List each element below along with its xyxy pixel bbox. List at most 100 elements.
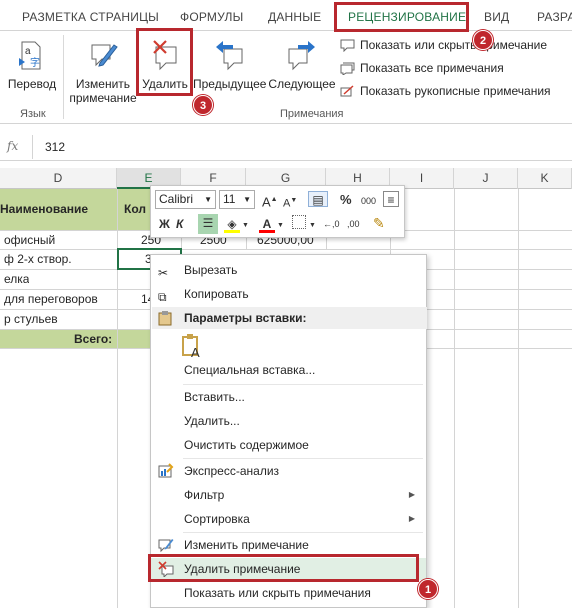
- show-hide-comment-label: Показать или скрыть примечание: [360, 38, 548, 52]
- menu-item-insert[interactable]: Вставить...: [151, 386, 426, 408]
- font-size-select[interactable]: 11 ▼: [219, 190, 255, 209]
- next-comment-button[interactable]: Следующее: [266, 39, 338, 91]
- header-qty: Кол: [124, 202, 146, 216]
- step-badge-1: 1: [418, 579, 438, 599]
- menu-label-filter: Фильтр: [184, 488, 225, 502]
- percent-style-button[interactable]: %: [340, 192, 352, 208]
- cell-name-5[interactable]: р стульев: [4, 309, 58, 329]
- ribbon-tab-bar: РАЗМЕТКА СТРАНИЦЫ ФОРМУЛЫ ДАННЫЕ РЕЦЕНЗИ…: [0, 0, 572, 33]
- svg-text:A: A: [191, 345, 200, 359]
- menu-label-cut: Вырезать: [184, 263, 238, 277]
- formula-input[interactable]: 312: [45, 140, 65, 154]
- paste-options-header: Параметры вставки:: [152, 307, 427, 329]
- edit-comment-icon: [158, 539, 174, 553]
- format-painter-icon[interactable]: ✎: [373, 215, 385, 231]
- align-center-icon[interactable]: ☰: [198, 214, 218, 234]
- formula-bar: fx 312: [0, 133, 572, 161]
- step-badge-3: 3: [193, 95, 213, 115]
- menu-label-show-hide-comments: Показать или скрыть примечания: [184, 586, 371, 600]
- increase-decimal-icon[interactable]: ←,0: [323, 216, 340, 232]
- column-header-k[interactable]: K: [518, 168, 572, 189]
- edit-comment-label-1: Изменить: [75, 77, 131, 91]
- fill-color-icon[interactable]: ◈: [224, 216, 240, 233]
- accounting-format-icon[interactable]: ▤: [308, 191, 328, 207]
- menu-item-clear-contents[interactable]: Очистить содержимое: [151, 434, 426, 456]
- submenu-arrow-icon: ▶: [408, 490, 415, 499]
- italic-button[interactable]: К: [176, 216, 183, 232]
- edit-comment-icon: [91, 44, 118, 67]
- tab-developer[interactable]: РАЗРА: [537, 10, 572, 24]
- previous-comment-icon: [216, 41, 243, 71]
- paste-icon: A: [182, 334, 200, 360]
- chevron-down-icon[interactable]: ▼: [242, 218, 249, 234]
- menu-item-delete[interactable]: Удалить...: [151, 410, 426, 432]
- menu-item-show-hide-comments[interactable]: Показать или скрыть примечания: [151, 582, 426, 604]
- borders-icon[interactable]: [292, 215, 306, 229]
- bold-button[interactable]: Ж: [159, 216, 170, 232]
- column-header-d[interactable]: D: [0, 168, 117, 189]
- tab-page-layout[interactable]: РАЗМЕТКА СТРАНИЦЫ: [22, 10, 159, 24]
- show-ink-label: Показать рукописные примечания: [360, 84, 551, 98]
- menu-item-filter[interactable]: Фильтр ▶: [151, 484, 426, 506]
- cell-total-label: Всего:: [74, 332, 113, 346]
- cell-name-2[interactable]: ф 2-х створ.: [4, 249, 72, 269]
- chevron-down-icon: ▼: [243, 195, 251, 204]
- font-color-icon[interactable]: A: [259, 216, 275, 233]
- show-ink-button[interactable]: Показать рукописные примечания: [340, 84, 551, 98]
- tab-view[interactable]: ВИД: [484, 10, 509, 24]
- edit-comment-label-2: примечание: [69, 91, 137, 105]
- next-label: Следующее: [268, 77, 336, 91]
- step-badge-2: 2: [473, 30, 493, 50]
- cell-name-4[interactable]: для переговоров: [4, 289, 98, 309]
- scissors-icon: ✂: [158, 266, 169, 280]
- group-language-label: Язык: [20, 108, 46, 120]
- paste-options-label: Параметры вставки:: [184, 311, 307, 325]
- submenu-arrow-icon: ▶: [408, 514, 415, 523]
- menu-label-quick-analysis: Экспресс-анализ: [184, 464, 280, 478]
- shrink-font-icon[interactable]: A▼: [283, 193, 297, 212]
- menu-label-paste-special: Специальная вставка...: [184, 363, 316, 377]
- chevron-down-icon[interactable]: ▼: [277, 218, 284, 234]
- font-name-select[interactable]: Calibri ▼: [155, 190, 216, 209]
- cell-name-3[interactable]: елка: [4, 269, 29, 289]
- menu-item-sort[interactable]: Сортировка ▶: [151, 508, 426, 530]
- decrease-decimal-icon[interactable]: ,00: [347, 216, 360, 232]
- fx-icon[interactable]: fx: [7, 139, 18, 153]
- comments-stack-icon: [340, 62, 355, 75]
- menu-label-edit-comment: Изменить примечание: [184, 538, 309, 552]
- header-name: Наименование: [0, 202, 89, 216]
- show-all-comments-button[interactable]: Показать все примечания: [340, 61, 504, 75]
- menu-item-paste-special[interactable]: Специальная вставка...: [151, 359, 426, 381]
- group-comments-label: Примечания: [280, 108, 344, 120]
- font-size-value: 11: [223, 192, 236, 206]
- menu-item-quick-analysis[interactable]: Экспресс-анализ: [151, 460, 426, 482]
- svg-text:字: 字: [30, 56, 40, 69]
- annotation-box-delete-comment: [148, 554, 419, 582]
- menu-item-edit-comment[interactable]: Изменить примечание: [151, 534, 426, 556]
- next-comment-icon: [288, 41, 315, 71]
- menu-label-sort: Сортировка: [184, 512, 250, 526]
- comma-style-button[interactable]: 000: [361, 193, 376, 209]
- tab-data[interactable]: ДАННЫЕ: [268, 10, 321, 24]
- tab-formulas[interactable]: ФОРМУЛЫ: [180, 10, 243, 24]
- svg-text:a: a: [25, 46, 31, 57]
- edit-comment-button[interactable]: Изменить примечание: [66, 39, 140, 105]
- paste-button[interactable]: A: [181, 333, 205, 360]
- translate-label: Перевод: [7, 77, 57, 91]
- chevron-down-icon[interactable]: ▼: [309, 218, 316, 234]
- translate-icon: a 字: [19, 41, 41, 70]
- comment-toggle-icon: [340, 39, 355, 52]
- annotation-box-delete-button: [136, 28, 193, 96]
- menu-item-copy[interactable]: ⧉ Копировать: [151, 283, 426, 305]
- cell-name-1[interactable]: офисный: [4, 230, 55, 250]
- menu-item-cut[interactable]: ✂ Вырезать: [151, 259, 426, 281]
- grow-font-icon[interactable]: A▲: [262, 192, 278, 210]
- column-header-j[interactable]: J: [454, 168, 518, 189]
- menu-label-insert: Вставить...: [184, 390, 245, 404]
- menu-label-copy: Копировать: [184, 287, 249, 301]
- format-cells-icon[interactable]: ≡: [383, 191, 399, 207]
- show-hide-comment-button[interactable]: Показать или скрыть примечание: [340, 38, 547, 52]
- copy-icon: ⧉: [158, 290, 167, 304]
- translate-button[interactable]: a 字 Перевод: [6, 39, 58, 91]
- previous-comment-button[interactable]: Предыдущее: [193, 39, 266, 91]
